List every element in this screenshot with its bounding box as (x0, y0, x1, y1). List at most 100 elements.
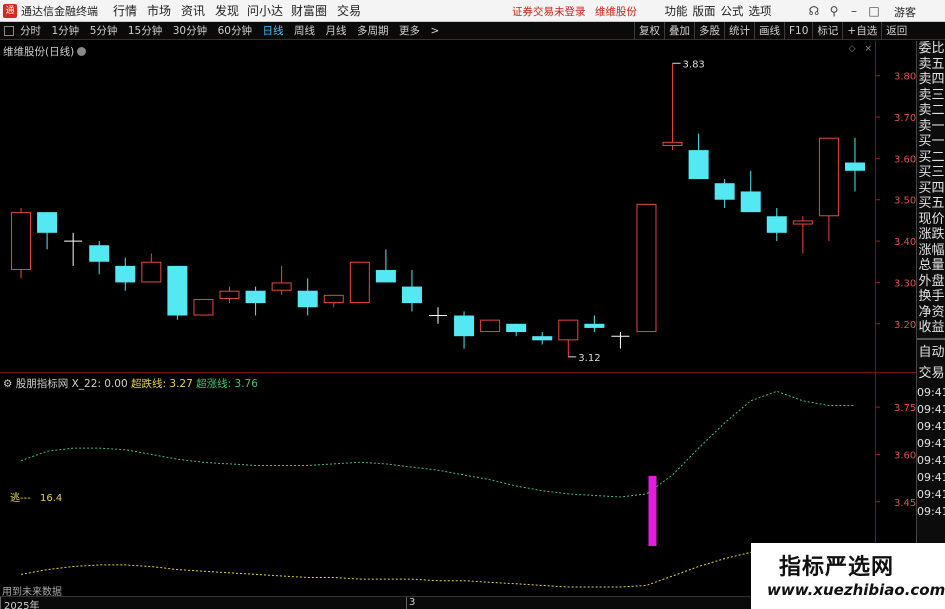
strip-time: 09:41 (917, 419, 945, 433)
strip-item[interactable]: 买一 (917, 134, 945, 150)
menu-item-markets[interactable]: 市场 (142, 0, 176, 22)
strip-item[interactable]: 卖一 (917, 119, 945, 135)
app-logo-icon: 通 (3, 3, 17, 18)
headset-icon[interactable]: ☊ (804, 0, 824, 22)
tool-back[interactable]: 返回 (881, 22, 911, 40)
strip-item[interactable]: 卖五 (917, 57, 945, 73)
chevron-down-icon[interactable] (77, 47, 87, 56)
strip-divider (917, 337, 945, 340)
menu-item-market[interactable]: 行情 (108, 0, 142, 22)
tool-mark[interactable]: 标记 (812, 22, 842, 40)
strip-item[interactable]: 外盘 (917, 274, 945, 290)
menu-item-trade[interactable]: 交易 (332, 0, 366, 22)
tool-multi-stock[interactable]: 多股 (694, 22, 724, 40)
tab-weekly[interactable]: 周线 (294, 25, 315, 37)
menu-item-options[interactable]: 选项 (746, 0, 774, 22)
menu-item-discover[interactable]: 发现 (210, 0, 244, 22)
candle-body (11, 212, 32, 271)
strip-item[interactable]: 卖二 (917, 103, 945, 119)
tab-1min[interactable]: 1分钟 (52, 25, 80, 37)
candle-body (115, 265, 136, 283)
shirt-icon[interactable]: ⚲ (824, 0, 844, 22)
watermark-url: www.xuezhibiao.com (767, 581, 945, 599)
strip-item[interactable]: 买三 (917, 165, 945, 181)
candle-body (766, 216, 787, 233)
strip-item[interactable]: 现价 (917, 212, 945, 228)
login-warning-text: 证券交易未登录 (512, 6, 586, 18)
candle-body (245, 290, 266, 304)
tab-daily[interactable]: 日线 (263, 25, 284, 37)
signal-bar (648, 476, 657, 546)
menu-item-function[interactable]: 功能 (662, 0, 690, 22)
candle-body (506, 323, 527, 333)
tool-draw[interactable]: 画线 (754, 22, 784, 40)
candle-body (167, 265, 188, 316)
year-label: 2025年 (4, 601, 40, 609)
menu-item-layout[interactable]: 版面 (690, 0, 718, 22)
strip-item[interactable]: 换手 (917, 289, 945, 305)
strip-item[interactable]: 买二 (917, 150, 945, 166)
maximize-icon[interactable]: □ (864, 0, 884, 22)
stock-name-label: 维维股份 (594, 6, 637, 18)
strip-item[interactable]: 买五 (917, 196, 945, 212)
tab-monthly[interactable]: 月线 (326, 25, 347, 37)
strip-item[interactable]: 收益 (917, 320, 945, 336)
y-tick-label: 3.60 (894, 154, 916, 165)
diamond-icon[interactable]: ◇ (849, 44, 856, 54)
strip-time: 09:41 (917, 385, 945, 399)
window-controls: ☊ ⚲ – □ (804, 0, 884, 22)
candle-body (271, 282, 292, 291)
menu-item-community[interactable]: 财富圈 (286, 0, 332, 22)
tool-add-watchlist[interactable]: +自选 (842, 22, 881, 40)
right-menu: 功能 版面 公式 选项 (662, 0, 774, 22)
tab-15min[interactable]: 15分钟 (128, 25, 162, 37)
panel-toggle-icon[interactable] (4, 25, 14, 36)
strip-item[interactable]: 总量 (917, 258, 945, 274)
tab-30min[interactable]: 30分钟 (173, 25, 207, 37)
y-tick-label: 3.80 (894, 72, 916, 83)
menu-item-ask[interactable]: 问小达 (244, 0, 286, 22)
tab-5min[interactable]: 5分钟 (90, 25, 118, 37)
candlestick-panel[interactable]: 3.80 3.70 3.60 3.50 3.40 3.30 3.20 3.83 3.12 维维股… (0, 41, 916, 371)
gear-icon[interactable]: ⚙ (3, 378, 12, 390)
strip-time: 09:41 (917, 436, 945, 450)
strip-item[interactable]: 委比 (917, 41, 945, 57)
strip-item[interactable]: 买四 (917, 181, 945, 197)
candlestick-chart[interactable]: 3.80 3.70 3.60 3.50 3.40 3.30 3.20 3.83 3.12 (0, 41, 916, 371)
chart-title-text: 维维股份(日线) (3, 46, 75, 58)
strip-item[interactable]: 卖四 (917, 72, 945, 88)
chevron-right-icon[interactable]: > (431, 25, 440, 37)
strip-time: 09:41 (917, 453, 945, 467)
candle-body (89, 245, 110, 262)
close-icon[interactable]: × (864, 44, 872, 54)
tool-stats[interactable]: 统计 (724, 22, 754, 40)
guest-label[interactable]: 游客 (894, 4, 916, 20)
watermark: 指标严选网 www.xuezhibiao.com (751, 543, 945, 609)
menu-item-news[interactable]: 资讯 (176, 0, 210, 22)
strip-item[interactable]: 卖三 (917, 88, 945, 104)
candle-body (401, 286, 422, 304)
strip-item-auto[interactable]: 自动 (917, 342, 945, 363)
tab-intraday[interactable]: 分时 (20, 25, 41, 37)
strip-item-trade[interactable]: 交易 (917, 363, 945, 384)
panel-corner-icons: ◇ × (849, 44, 872, 54)
tool-adjust[interactable]: 复权 (634, 22, 664, 40)
tab-multi-period[interactable]: 多周期 (357, 25, 389, 37)
strip-item[interactable]: 涨跌 (917, 227, 945, 243)
strip-item[interactable]: 净资 (917, 305, 945, 321)
tool-f10[interactable]: F10 (784, 22, 812, 40)
low-label: 3.12 (578, 353, 600, 364)
breakout-line (20, 390, 855, 498)
tab-60min[interactable]: 60分钟 (218, 25, 252, 37)
y-tick-label: 3.75 (894, 403, 916, 414)
candle-body (792, 220, 813, 225)
strip-item[interactable]: 涨幅 (917, 243, 945, 259)
tool-overlay[interactable]: 叠加 (664, 22, 694, 40)
candle-body (480, 319, 501, 333)
y-tick-label: 3.20 (894, 320, 916, 331)
minimize-icon[interactable]: – (844, 0, 864, 22)
candle-body (714, 183, 735, 200)
tab-more[interactable]: 更多 (399, 25, 420, 37)
login-warning[interactable]: 证券交易未登录 维维股份 (512, 4, 637, 19)
menu-item-formula[interactable]: 公式 (718, 0, 746, 22)
